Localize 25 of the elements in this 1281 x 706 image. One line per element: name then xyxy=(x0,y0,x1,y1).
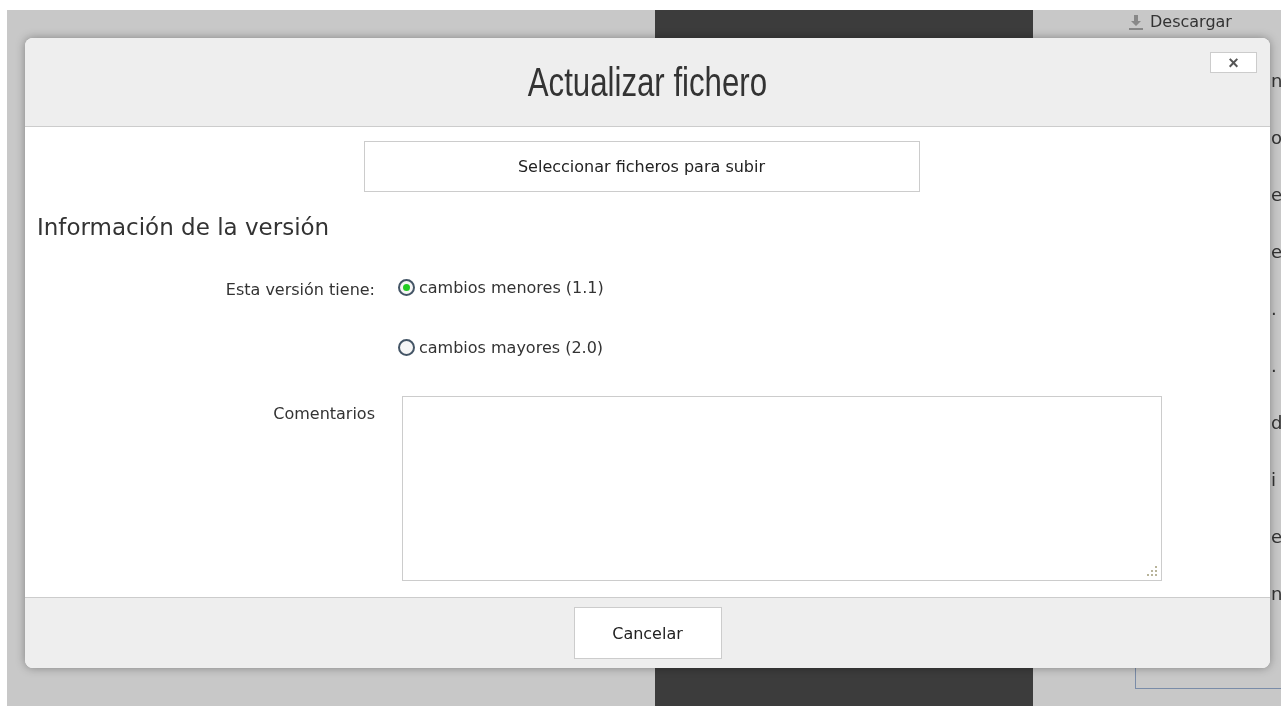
text-fragment: o xyxy=(1271,126,1281,150)
text-fragment: e xyxy=(1271,183,1281,207)
radio-option[interactable]: cambios menores (1.1) xyxy=(398,278,1162,297)
text-fragment: i xyxy=(1271,468,1277,492)
resize-grip-icon xyxy=(1147,566,1157,576)
radio-button[interactable] xyxy=(398,339,415,356)
text-fragment: e xyxy=(1271,240,1281,264)
radio-option[interactable]: cambios mayores (2.0) xyxy=(398,338,1162,357)
close-button[interactable]: × xyxy=(1210,52,1257,73)
cancel-button[interactable]: Cancelar xyxy=(573,607,722,659)
upload-button[interactable]: Seleccionar ficheros para subir xyxy=(363,141,920,192)
download-icon xyxy=(1128,13,1144,30)
comments-field[interactable] xyxy=(402,396,1162,581)
field-label: Comentarios xyxy=(272,403,375,425)
text-fragment: . xyxy=(1271,297,1278,321)
text-fragment: e xyxy=(1271,525,1281,549)
download-link[interactable]: Descargar xyxy=(1128,12,1281,31)
text-fragment: d xyxy=(1271,411,1281,435)
field-label: Esta versión tiene: xyxy=(224,279,375,301)
section-title: Información de la versión xyxy=(37,214,331,240)
text-fragment: . xyxy=(1271,354,1278,378)
text-fragment: n xyxy=(1271,582,1281,606)
text-fragment: n xyxy=(1271,69,1281,93)
dialog-title: Actualizar fichero xyxy=(527,59,768,105)
radio-button[interactable] xyxy=(398,279,415,296)
